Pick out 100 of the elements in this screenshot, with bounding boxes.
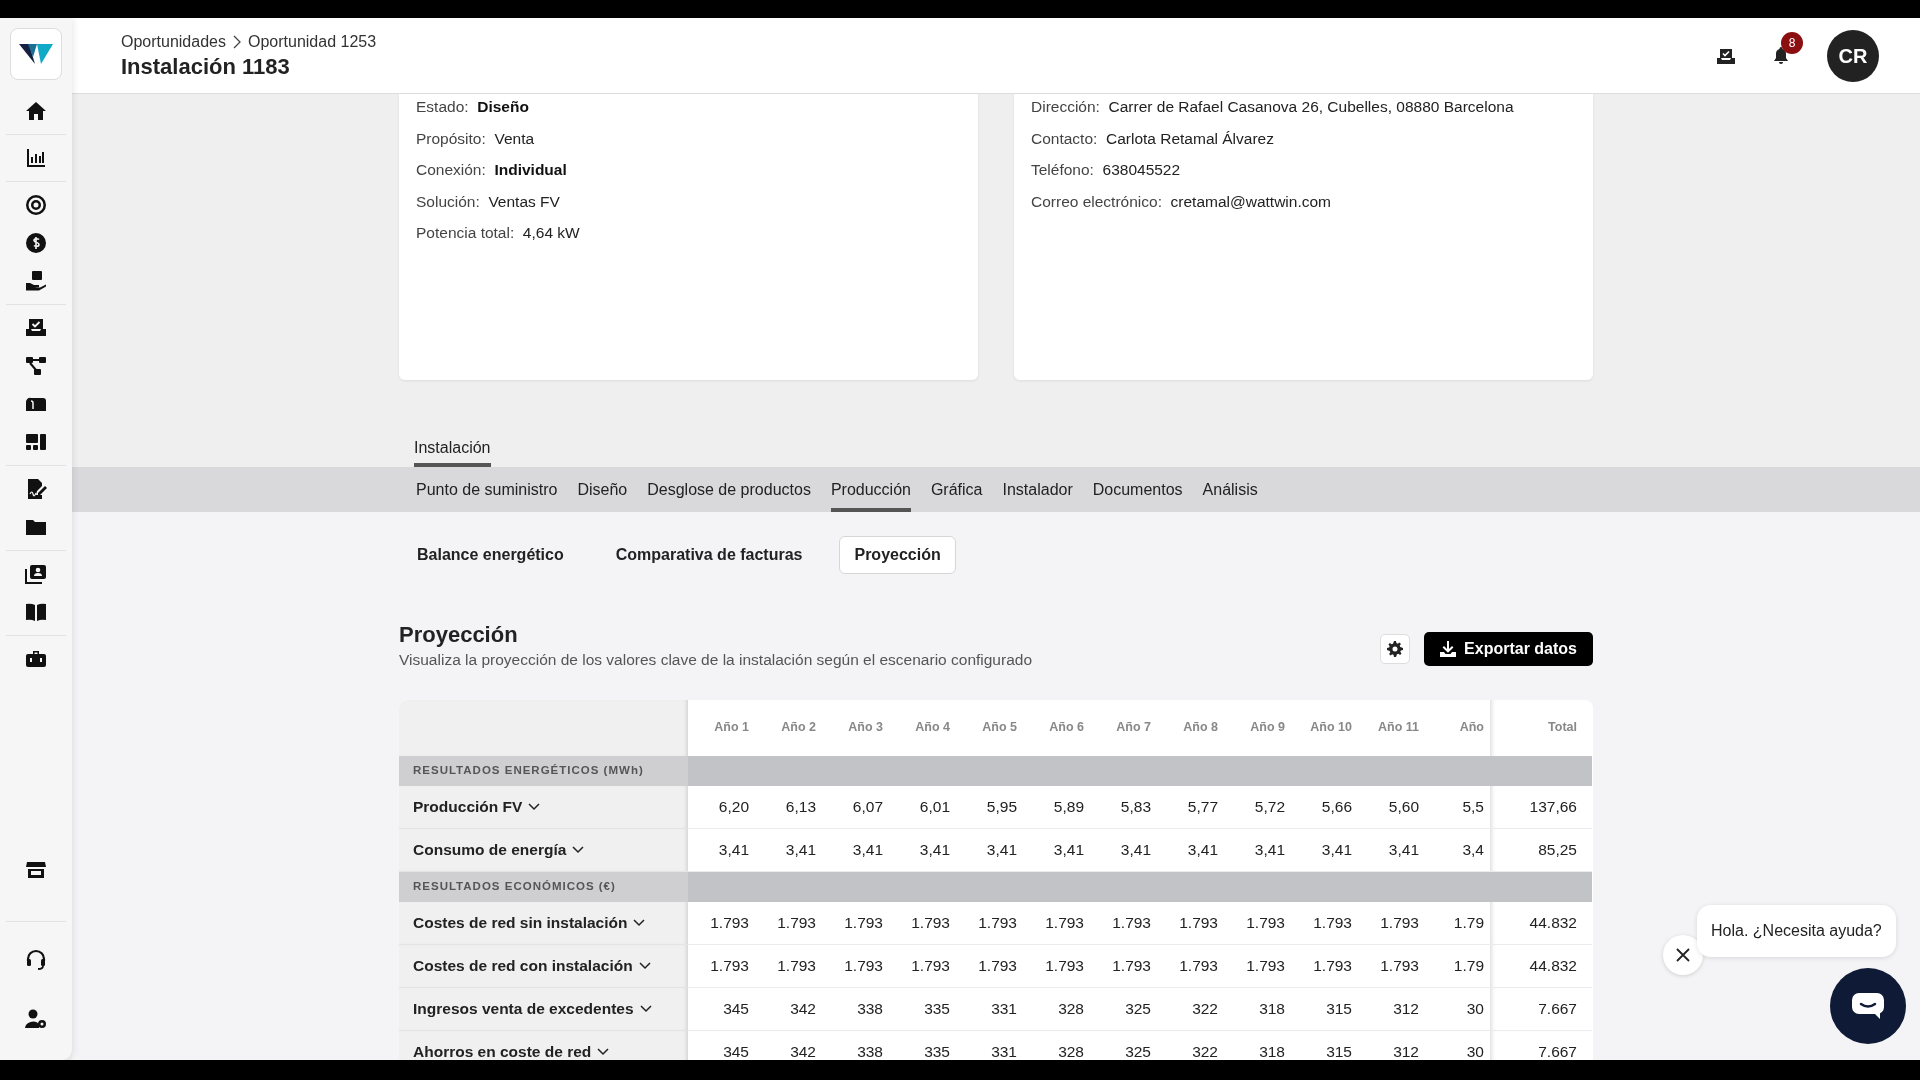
breadcrumb-link[interactable]: Oportunidad 1253 [247, 30, 377, 55]
dashboard-icon[interactable] [25, 431, 47, 453]
section-header: RESULTADOS ECONÓMICOS (€) [399, 871, 688, 902]
table-cell: 1.793 [889, 944, 956, 988]
chevron-down-icon[interactable] [633, 918, 646, 927]
hand-box-icon[interactable] [25, 270, 47, 292]
column-header: Total [1490, 699, 1592, 756]
section-title: Proyección [399, 622, 519, 649]
tab[interactable]: Desglose de productos [647, 467, 811, 512]
tab[interactable]: Diseño [577, 467, 628, 512]
table-cell: 5,66 [1291, 785, 1358, 829]
column-header: Año 4 [914, 719, 951, 737]
dollar-coin-icon[interactable] [25, 232, 47, 254]
network-icon[interactable] [25, 355, 47, 377]
subtab[interactable]: Comparativa de facturas [600, 536, 818, 574]
column-header: Año 7 [1115, 719, 1152, 737]
table-cell: 1.793 [822, 901, 889, 945]
tab[interactable]: Documentos [1092, 467, 1183, 512]
table-cell: 1.793 [956, 944, 1023, 988]
tab[interactable]: Análisis [1202, 467, 1258, 512]
table-cell: 6,07 [822, 785, 889, 829]
table-cell: 1.793 [1358, 944, 1425, 988]
table-cell: 3,41 [822, 828, 889, 872]
table-cell: 1.793 [1224, 944, 1291, 988]
table-cell: 312 [1358, 987, 1425, 1031]
info-field: Estado: Diseño [416, 94, 961, 120]
column-header: Año 5 [981, 719, 1018, 737]
table-cell: 5,72 [1224, 785, 1291, 829]
table-cell: 3,41 [1023, 828, 1090, 872]
chevron-down-icon[interactable] [528, 802, 541, 811]
contact-card-icon[interactable] [25, 563, 47, 585]
download-icon [1440, 640, 1457, 657]
column-header: Año 6 [1048, 719, 1085, 737]
gear-icon [1387, 640, 1404, 657]
table-cell: 6,13 [755, 785, 822, 829]
logo-icon[interactable] [10, 28, 62, 80]
table-cell: 3,41 [956, 828, 1023, 872]
table-cell: 345 [688, 987, 755, 1031]
table-cell: 328 [1023, 987, 1090, 1031]
table-cell: 7.667 [1490, 987, 1592, 1031]
chevron-down-icon[interactable] [639, 1004, 652, 1013]
table-cell: 5,77 [1157, 785, 1224, 829]
document-pen-icon[interactable] [25, 478, 47, 500]
table-cell: 1.793 [1291, 944, 1358, 988]
table-cell: 3,41 [889, 828, 956, 872]
tray-check-icon[interactable] [1717, 47, 1735, 64]
storefront-icon[interactable] [25, 859, 47, 881]
chevron-down-icon[interactable] [638, 961, 651, 970]
tab[interactable]: Gráfica [930, 467, 983, 512]
row-label: Consumo de energía [413, 840, 567, 860]
book-icon[interactable] [25, 601, 47, 623]
table-cell: 5,89 [1023, 785, 1090, 829]
chevron-down-icon[interactable] [572, 845, 585, 854]
column-header: Año 10 [1309, 719, 1353, 737]
headset-icon[interactable] [25, 948, 47, 970]
table-cell: 1.793 [1157, 944, 1224, 988]
table-cell: 1.793 [1291, 901, 1358, 945]
home-icon[interactable] [25, 100, 47, 122]
table-cell: 1.793 [1023, 944, 1090, 988]
bell-icon[interactable] [1773, 47, 1789, 66]
section-description: Visualiza la proyección de los valores clave de la instalación según el escenario configurado [399, 650, 1032, 671]
target-icon[interactable] [25, 194, 47, 216]
table-cell: 318 [1224, 987, 1291, 1031]
table-cell: 342 [755, 987, 822, 1031]
tab[interactable]: Instalador [1002, 467, 1073, 512]
table-cell: 44.832 [1490, 944, 1592, 988]
user-gear-icon[interactable] [25, 1008, 47, 1030]
table-cell: 322 [1157, 987, 1224, 1031]
subtab[interactable]: Proyección [839, 536, 956, 574]
info-field: Propósito: Venta [416, 125, 961, 152]
subtab[interactable]: Balance energético [402, 536, 579, 574]
table-cell: 3,41 [1291, 828, 1358, 872]
table-cell: 1.793 [688, 901, 755, 945]
chat-greeting: Hola. ¿Necesita ayuda? [1697, 905, 1896, 957]
table-cell: 325 [1090, 987, 1157, 1031]
toolbox-icon[interactable] [25, 648, 47, 670]
table-cell: 1.79 [1425, 901, 1490, 945]
row-label: Costes de red con instalación [413, 956, 633, 976]
chevron-down-icon[interactable] [597, 1047, 610, 1056]
table-cell: 1.793 [1224, 901, 1291, 945]
table-cell: 1.793 [688, 944, 755, 988]
breadcrumb-link[interactable]: Oportunidades [121, 30, 226, 55]
info-field: Teléfono: 638045522 [1031, 157, 1576, 183]
user-avatar[interactable]: CR [1827, 29, 1879, 82]
column-header: Año 2 [780, 719, 817, 737]
row-label: Costes de red sin instalación [413, 913, 628, 933]
column-header: Año 3 [847, 719, 884, 737]
table-cell: 3,41 [1157, 828, 1224, 872]
export-button[interactable]: Exportar datos [1424, 631, 1593, 666]
table-cell: 85,25 [1490, 828, 1592, 872]
table-cell: 331 [956, 987, 1023, 1031]
table-cell: 3,41 [1358, 828, 1425, 872]
table-cell: 1.79 [1425, 944, 1490, 988]
tab[interactable]: Punto de suministro [416, 467, 558, 512]
settings-button[interactable] [1380, 633, 1411, 664]
column-header: Año 11 [1377, 719, 1420, 737]
bar-chart-icon[interactable] [25, 147, 47, 169]
table-cell: 6,20 [688, 785, 755, 829]
info-field: Solución: Ventas FV [416, 188, 961, 215]
tray-check-icon[interactable] [25, 317, 47, 339]
